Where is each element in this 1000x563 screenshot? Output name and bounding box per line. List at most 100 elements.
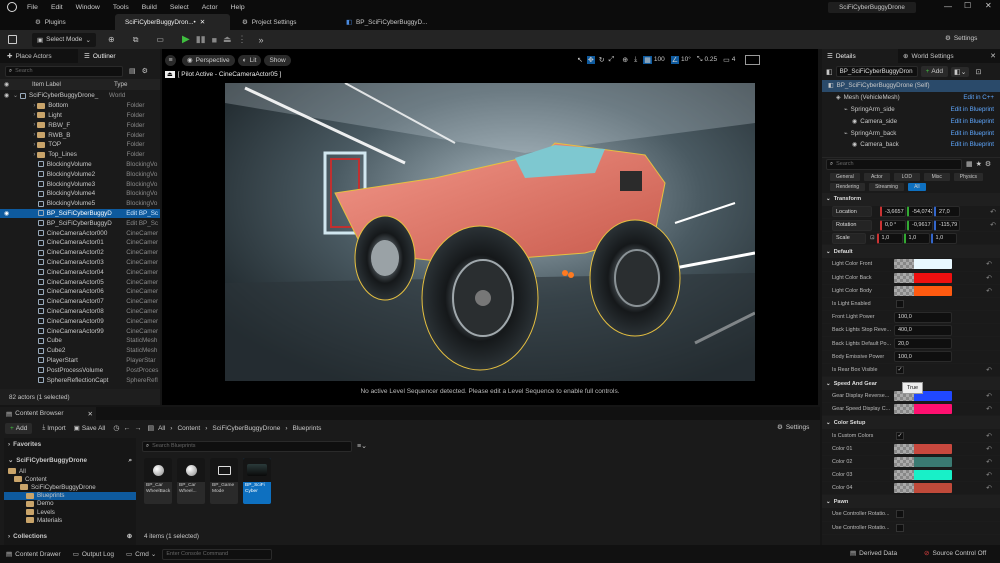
menu-help[interactable]: Help [231, 4, 245, 11]
col-type[interactable]: Type [114, 81, 127, 88]
breadcrumb-blueprints[interactable]: Blueprints [293, 425, 322, 432]
add-button[interactable]: + Add [5, 422, 33, 434]
filter-lod[interactable]: LOD [893, 172, 920, 181]
rotation-z[interactable]: -115,79 [934, 219, 960, 231]
reset-icon[interactable]: ↶ [986, 445, 992, 453]
tab-level[interactable]: SciFiCyberBuggyDron...• ✕ [115, 14, 230, 30]
star-icon[interactable]: ★ [976, 160, 982, 168]
viewport[interactable]: ≡ ◉ Perspective ◐ Lit Show ↖ ✥ ↻ ⤢ ⊕ ⤓ ▦ 1… [162, 49, 818, 405]
color-swatch[interactable] [894, 470, 952, 481]
color-setup-section[interactable]: ⌄ Color Setup [822, 416, 1000, 430]
outliner-row[interactable]: ◉ ⌄ SciFiCyberBuggyDrone_ World [0, 91, 160, 101]
color-swatch[interactable] [894, 285, 952, 296]
location-z[interactable]: 27,0 [934, 206, 960, 218]
filter-physics[interactable]: Physics [953, 172, 984, 181]
reset-icon[interactable]: ↶ [986, 392, 992, 400]
property-number-input[interactable]: 400,0 [894, 324, 952, 336]
add-actor-icon[interactable]: ⊕ [108, 35, 115, 44]
grid-view-icon[interactable]: ▦ [966, 160, 973, 168]
outliner-settings-icon[interactable]: ⚙ [142, 67, 148, 75]
edit-link[interactable]: Edit in Blueprint [951, 141, 994, 148]
menu-actor[interactable]: Actor [202, 4, 218, 11]
rotation-dropdown[interactable]: Rotation [832, 219, 872, 231]
camera-speed-value[interactable]: 4 [732, 56, 736, 63]
show-button[interactable]: Show [264, 54, 291, 66]
content-drawer-button[interactable]: ▤ Content Drawer [6, 550, 61, 559]
property-checkbox[interactable] [896, 300, 904, 308]
details-settings-icon[interactable]: ⚙ [985, 160, 991, 168]
asset-tile[interactable]: BP_SciFi Cyber [243, 458, 271, 504]
outliner-row[interactable]: SphereReflectionCapt SphereRefl [0, 375, 160, 385]
outliner-row[interactable]: Cube2 StaticMesh [0, 346, 160, 356]
reset-icon[interactable]: ↶ [986, 405, 992, 413]
folder-tree-item[interactable]: Demo [4, 500, 136, 508]
outliner-row[interactable]: › RWB_B Folder [0, 130, 160, 140]
asset-search-input[interactable]: ⌕ Search Blueprints [142, 440, 352, 452]
outliner-row[interactable]: BlockingVolume BlockingVo [0, 160, 160, 170]
outliner-row[interactable]: CineCameraActor08 CineCamer [0, 307, 160, 317]
settings-button[interactable]: ⚙ Settings [945, 34, 977, 43]
filter-actor[interactable]: Actor [863, 172, 890, 181]
color-swatch[interactable] [894, 272, 952, 283]
output-log-button[interactable]: ▭ Output Log [73, 550, 114, 559]
more-icon[interactable]: » [259, 35, 264, 45]
asset-tile[interactable]: BP_Car Wheel... [177, 458, 205, 504]
outliner-row[interactable]: PlayerStart PlayerStar [0, 356, 160, 366]
outliner-row[interactable]: › TOP Folder [0, 140, 160, 150]
lit-button[interactable]: ◐ Lit [237, 54, 262, 66]
property-checkbox[interactable] [896, 510, 904, 519]
tab-content-browser[interactable]: ▤ Content Browser ✕ [0, 407, 96, 420]
folder-tree-item[interactable]: Levels [4, 508, 136, 516]
color-swatch[interactable] [894, 404, 952, 415]
details-search-input[interactable]: ⌕ Search [826, 158, 962, 170]
unreal-logo-icon[interactable] [7, 2, 17, 12]
edit-link[interactable]: Edit in Blueprint [951, 118, 994, 125]
surface-snap-icon[interactable]: ⤓ [634, 56, 637, 64]
property-checkbox[interactable]: ✓ [896, 365, 904, 374]
world-icon[interactable]: ⊕ [622, 56, 628, 64]
outliner-row[interactable]: BlockingVolume5 BlockingVo [0, 199, 160, 209]
tab-details[interactable]: ☰ Details [822, 49, 898, 63]
component-row[interactable]: ◧ BP_SciFiCyberBuggyDrone (Self) [822, 80, 1000, 92]
source-control-button[interactable]: ⊘ Source Control Off [924, 549, 986, 558]
component-row[interactable]: ◉ Camera_back Edit in Blueprint [822, 139, 1000, 151]
search-icon[interactable]: ⌕ [128, 457, 132, 465]
camera-speed-icon[interactable]: ▭ [723, 56, 730, 64]
back-icon[interactable]: ← [123, 425, 130, 432]
folder-tree-item[interactable]: Blueprints [4, 491, 136, 500]
folder-tree-item[interactable]: Content [4, 475, 136, 483]
outliner-row[interactable]: › Bottom Folder [0, 101, 160, 111]
menu-select[interactable]: Select [170, 4, 189, 11]
component-row[interactable]: ⌁ SpringArm_back Edit in Blueprint [822, 127, 1000, 139]
reset-icon[interactable]: ↶ [986, 287, 992, 295]
col-item-label[interactable]: Item Label [22, 81, 114, 88]
project-header[interactable]: ⌄ SciFiCyberBuggyDrone ⌕ [4, 454, 136, 467]
lock-icon[interactable]: ⊡ [975, 68, 981, 76]
tab-blueprint[interactable]: ◧ BP_SciFiCyberBuggyD... [340, 14, 460, 30]
select-mode-dropdown[interactable]: ▣ Select Mode ⌄ [32, 32, 96, 47]
scale-snap-icon[interactable]: ⤡ [697, 56, 703, 64]
scale-x[interactable]: 1,0 [876, 232, 903, 244]
filter-general[interactable]: General [830, 172, 860, 181]
asset-tile[interactable]: BP_Game Mode [210, 458, 238, 504]
reset-icon[interactable]: ↶ [986, 274, 992, 282]
expand-arrow-icon[interactable]: ⌄ [12, 92, 20, 99]
folder-tree-item[interactable]: Materials [4, 516, 136, 524]
outliner-search-input[interactable]: ⌕ Search [5, 65, 123, 77]
stop-icon[interactable]: ■ [212, 35, 217, 45]
close-button[interactable]: ✕ [985, 1, 992, 10]
add-folder-icon[interactable]: ▤ [129, 67, 136, 75]
console-input[interactable]: Enter Console Command [162, 548, 273, 560]
blueprint-menu-icon[interactable]: ⧉ [133, 35, 139, 45]
lock-scale-icon[interactable]: ⊡ [870, 235, 875, 241]
property-number-input[interactable]: 20,0 [894, 338, 952, 350]
close-tab-icon[interactable]: ✕ [88, 410, 93, 418]
menu-file[interactable]: File [27, 4, 38, 11]
outliner-row[interactable]: BlockingVolume3 BlockingVo [0, 179, 160, 189]
eject-pilot-icon[interactable]: ⏏ [165, 71, 175, 78]
rotate-tool-icon[interactable]: ↻ [599, 56, 605, 64]
transform-section[interactable]: ⌄ Transform [822, 192, 1000, 206]
component-row[interactable]: ◈ Mesh (VehicleMesh) Edit in C++ [822, 92, 1000, 104]
close-tab-icon[interactable]: ✕ [200, 18, 205, 26]
filter-all[interactable]: All [907, 182, 926, 191]
